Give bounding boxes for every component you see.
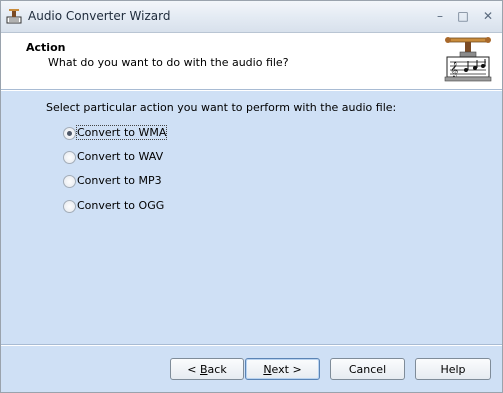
app-icon <box>6 9 22 24</box>
title-bar[interactable]: Audio Converter Wizard – □ ✕ <box>1 1 502 33</box>
page-title: Action <box>26 41 66 54</box>
page-subtitle: What do you want to do with the audio fi… <box>48 56 289 69</box>
radio-button[interactable] <box>63 151 76 164</box>
back-button[interactable]: < Back <box>170 358 244 380</box>
radio-label-wav: Convert to WAV <box>77 150 164 163</box>
music-vise-logo-icon: 𝄞 <box>444 37 492 82</box>
help-button[interactable]: Help <box>415 358 491 380</box>
wizard-window: Audio Converter Wizard – □ ✕ Action What… <box>0 0 503 393</box>
window-title: Audio Converter Wizard <box>28 9 171 23</box>
next-mnemonic: N <box>263 363 272 376</box>
minimize-icon[interactable]: – <box>430 7 450 25</box>
radio-button[interactable] <box>63 200 76 213</box>
next-rest: ext > <box>271 363 302 376</box>
back-mnemonic: B <box>200 363 208 376</box>
radio-label-ogg: Convert to OGG <box>77 199 165 212</box>
radio-label-wma: Convert to WMA <box>75 125 168 140</box>
maximize-icon[interactable]: □ <box>453 7 473 25</box>
close-icon[interactable]: ✕ <box>478 7 498 25</box>
radio-button-selected[interactable] <box>63 127 76 140</box>
next-button[interactable]: Next > <box>245 358 320 380</box>
radio-label-mp3: Convert to MP3 <box>77 174 162 187</box>
wizard-header: Action What do you want to do with the a… <box>1 33 502 89</box>
svg-text:𝄞: 𝄞 <box>450 62 458 78</box>
radio-button[interactable] <box>63 175 76 188</box>
action-prompt: Select particular action you want to per… <box>46 101 397 114</box>
back-prefix: < <box>187 363 200 376</box>
cancel-button[interactable]: Cancel <box>330 358 405 380</box>
header-divider <box>1 89 502 91</box>
footer-divider <box>1 344 502 346</box>
back-rest: ack <box>207 363 227 376</box>
